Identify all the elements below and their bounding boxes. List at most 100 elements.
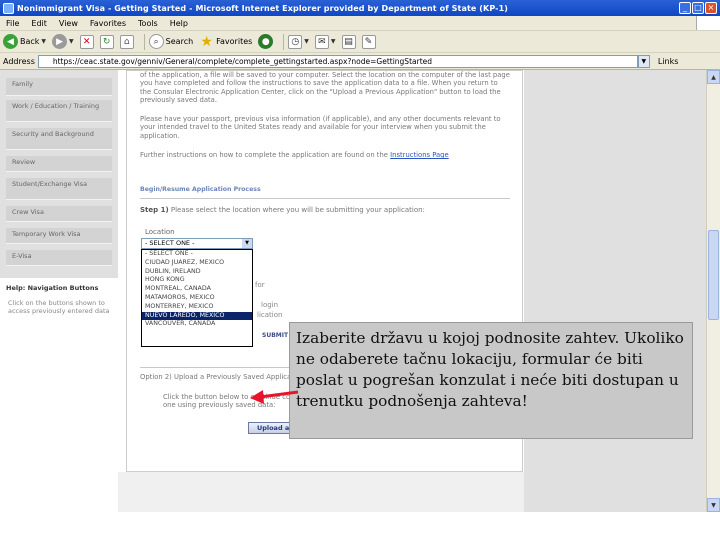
mail-button[interactable]: ✉ ▼ — [314, 34, 336, 49]
menu-view[interactable]: View — [59, 19, 78, 28]
location-option[interactable]: VANCOUVER, CANADA — [142, 320, 252, 329]
location-option[interactable]: CIUDAD JUAREZ, MEXICO — [142, 259, 252, 268]
back-label: Back — [20, 37, 40, 46]
help-text: Click on the buttons shown to access pre… — [8, 299, 110, 315]
section-divider — [140, 198, 510, 199]
media-button[interactable]: ● — [258, 34, 274, 49]
favorites-button[interactable]: ★ Favorites — [199, 33, 253, 50]
refresh-button[interactable]: ↻ — [99, 34, 114, 49]
menu-favorites[interactable]: Favorites — [90, 19, 126, 28]
refresh-icon: ↻ — [99, 34, 114, 49]
instruction-callout: Izaberite državu u kojoj podnosite zahte… — [289, 322, 693, 439]
menu-edit[interactable]: Edit — [31, 19, 47, 28]
scroll-up-button[interactable]: ▲ — [707, 70, 720, 84]
stop-button[interactable]: ✕ — [79, 34, 94, 49]
minimize-button[interactable]: _ — [679, 2, 691, 14]
step-1-text: Please select the location where you wil… — [170, 206, 425, 214]
stop-icon: ✕ — [79, 34, 94, 49]
location-option[interactable]: HONG KONG — [142, 276, 252, 285]
instructions-paragraph-2: Please have your passport, previous visa… — [140, 115, 501, 140]
location-label: Location — [145, 228, 175, 236]
location-option[interactable]: NUEVO LAREDO, MEXICO — [142, 311, 252, 321]
scroll-down-button[interactable]: ▼ — [707, 498, 720, 512]
left-navigation: Family Work / Education / Training Secur… — [0, 70, 118, 512]
menu-bar: File Edit View Favorites Tools Help — [0, 16, 720, 31]
nav-item-security-background[interactable]: Security and Background — [6, 128, 112, 150]
windows-logo-icon — [696, 16, 720, 30]
ie-app-icon — [3, 2, 14, 14]
help-panel: Help: Navigation Buttons Click on the bu… — [0, 278, 118, 512]
forward-arrow-icon: ▶ — [52, 34, 68, 49]
location-dropdown-list: - SELECT ONE - CIUDAD JUAREZ, MEXICO DUBLI… — [141, 249, 253, 347]
nav-item-family[interactable]: Family — [6, 78, 112, 96]
help-title: Help: Navigation Buttons — [6, 284, 99, 292]
instructions-paragraph-1: of the application, a file will be saved… — [140, 71, 510, 104]
section-heading: Begin/Resume Application Process — [140, 186, 261, 193]
search-button[interactable]: ⌕ Search — [148, 34, 194, 49]
location-option[interactable]: MATAMOROS, MEXICO — [142, 294, 252, 303]
maximize-button[interactable]: □ — [692, 2, 704, 14]
address-label: Address — [3, 56, 35, 66]
nav-item-review[interactable]: Review — [6, 156, 112, 172]
location-option[interactable]: MONTERREY, MEXICO — [142, 303, 252, 312]
vertical-scrollbar[interactable]: ▲ ▼ — [706, 70, 720, 512]
menu-tools[interactable]: Tools — [138, 19, 158, 28]
back-arrow-icon: ◀ — [3, 34, 18, 49]
nav-item-student-exchange[interactable]: Student/Exchange Visa — [6, 178, 112, 200]
edit-button[interactable]: ✎ — [361, 34, 376, 49]
address-input[interactable] — [37, 54, 638, 68]
print-button[interactable]: ▤ — [341, 34, 356, 49]
location-option[interactable]: DUBLIN, IRELAND — [142, 268, 252, 277]
status-bar — [0, 512, 720, 540]
links-button[interactable]: Links — [658, 57, 679, 66]
location-select[interactable]: - SELECT ONE - ▼ — [141, 238, 253, 249]
menu-file[interactable]: File — [6, 19, 19, 28]
page-footer-strip — [118, 472, 524, 512]
back-button[interactable]: ◀ Back ▼ — [3, 34, 46, 49]
mail-icon: ✉ — [314, 34, 329, 49]
nav-item-crew-visa[interactable]: Crew Visa — [6, 206, 112, 222]
window-title: Nonimmigrant Visa - Getting Started - Mi… — [17, 3, 509, 13]
address-bar: Address ▼ Links — [0, 53, 720, 70]
history-button[interactable]: ◷ ▼ — [288, 34, 309, 49]
location-option[interactable]: MONTREAL, CANADA — [142, 285, 252, 294]
instructions-paragraph-3: Further instructions on how to complete … — [140, 151, 510, 159]
search-icon: ⌕ — [148, 34, 164, 49]
address-dropdown-button[interactable]: ▼ — [637, 54, 650, 68]
toolbar-divider — [143, 33, 145, 50]
partial-text-login: login — [261, 301, 279, 309]
location-select-value: - SELECT ONE - — [145, 239, 195, 247]
close-button[interactable]: × — [705, 2, 717, 14]
step-1-instruction: Step 1) Please select the location where… — [140, 206, 425, 214]
home-button[interactable]: ⌂ — [119, 34, 134, 49]
nav-item-e-visa[interactable]: E-Visa — [6, 250, 112, 266]
history-icon: ◷ — [288, 34, 303, 49]
favorites-label: Favorites — [216, 37, 253, 46]
chevron-down-icon: ▼ — [41, 38, 47, 45]
star-icon: ★ — [200, 33, 213, 50]
chevron-down-icon[interactable]: ▼ — [242, 239, 252, 248]
chevron-down-icon: ▼ — [304, 38, 309, 45]
page-viewport: Family Work / Education / Training Secur… — [0, 70, 706, 512]
browser-toolbar: ◀ Back ▼ ▶ ▼ ✕ ↻ ⌂ ⌕ Search ★ Favorites … — [0, 31, 720, 53]
location-option[interactable]: - SELECT ONE - — [142, 250, 252, 259]
home-icon: ⌂ — [119, 34, 134, 49]
chevron-down-icon: ▼ — [69, 38, 74, 45]
scroll-thumb[interactable] — [708, 230, 719, 320]
window-titlebar: Nonimmigrant Visa - Getting Started - Mi… — [0, 0, 720, 16]
partial-text-application: lication — [257, 311, 283, 319]
submit-button-partial[interactable]: SUBMIT — [262, 332, 288, 342]
print-icon: ▤ — [341, 34, 356, 49]
step-1-number: Step 1) — [140, 206, 169, 214]
instructions-page-link[interactable]: Instructions Page — [390, 151, 449, 159]
partial-text-for: for — [255, 281, 265, 289]
forward-button[interactable]: ▶ ▼ — [52, 34, 74, 49]
red-arrow-icon — [250, 390, 299, 404]
menu-help[interactable]: Help — [170, 19, 188, 28]
search-label: Search — [165, 37, 194, 46]
nav-item-work-education[interactable]: Work / Education / Training — [6, 100, 112, 122]
nav-item-temporary-work[interactable]: Temporary Work Visa — [6, 228, 112, 244]
media-icon: ● — [258, 34, 274, 49]
right-gray-pane — [524, 70, 706, 512]
instructions-prefix: Further instructions on how to complete … — [140, 151, 388, 159]
